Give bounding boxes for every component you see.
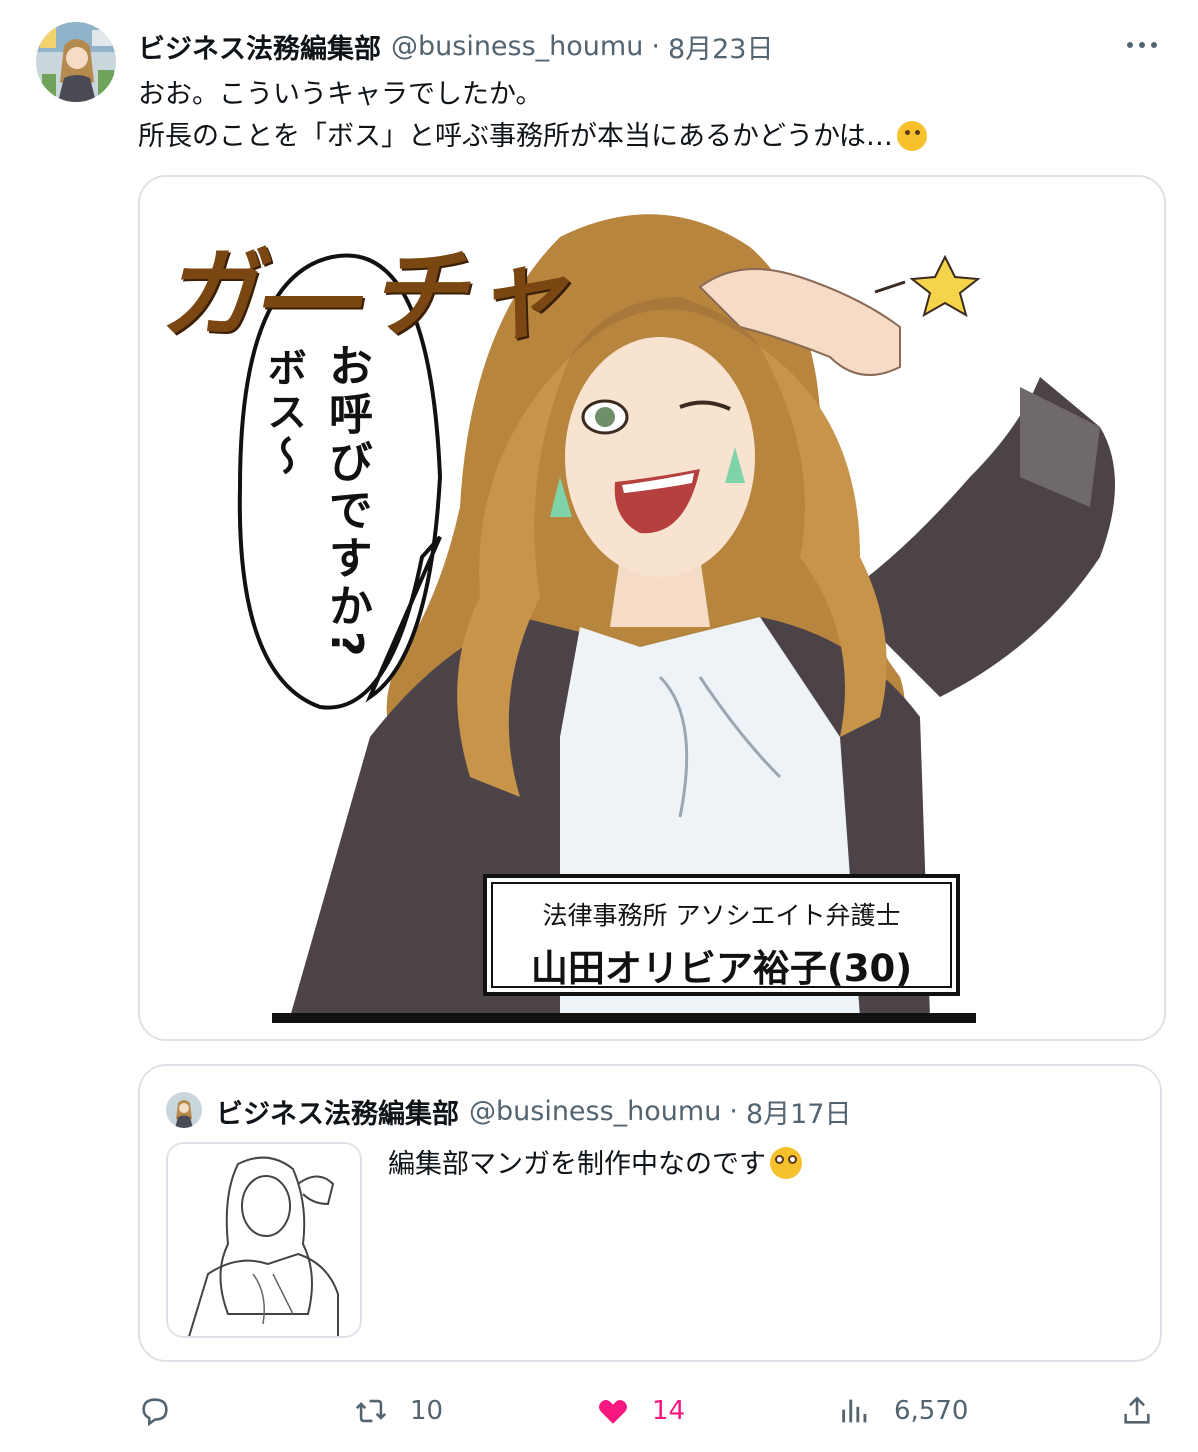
views-count: 6,570 xyxy=(894,1396,969,1426)
sound-effect-text: ガ―チャ xyxy=(160,237,576,352)
share-icon xyxy=(1124,1396,1150,1424)
reply-icon xyxy=(142,1398,168,1427)
tweet-header: ビジネス法務編集部 @business_houmu · 8月23日 xyxy=(138,26,1158,66)
quote-date: 8月17日 xyxy=(745,1098,852,1130)
views-icon xyxy=(842,1399,867,1423)
character-name: 山田オリビア裕子(30) xyxy=(530,947,913,990)
tweet-text-line-1: おお。こういうキャラでしたか。 xyxy=(138,79,543,110)
like-count: 14 xyxy=(652,1396,686,1426)
quoted-tweet[interactable]: ビジネス法務編集部 @business_houmu · 8月17日 編集部マンガ… xyxy=(138,1064,1162,1362)
quote-author-handle: @business_houmu xyxy=(469,1095,722,1127)
quote-thumbnail xyxy=(166,1142,362,1338)
header-separator: · xyxy=(651,30,660,62)
tweet-text: おお。こういうキャラでしたか。 所長のことを「ボス」と呼ぶ事務所が本当にあるかど… xyxy=(138,74,1158,158)
reply-button[interactable] xyxy=(138,1386,172,1436)
quote-author-avatar xyxy=(166,1092,202,1128)
tweet-text-line-2-content: 所長のことを「ボス」と呼ぶ事務所が本当にあるかどうかは… xyxy=(138,121,893,152)
character-name-plate: 法律事務所 アソシエイト弁護士 山田オリビア裕子(30) xyxy=(483,874,960,996)
author-avatar[interactable] xyxy=(36,22,116,102)
retweet-icon xyxy=(355,1399,387,1423)
like-button[interactable]: 14 xyxy=(596,1386,685,1436)
quote-author-name: ビジネス法務編集部 xyxy=(216,1098,459,1130)
author-handle[interactable]: @business_houmu xyxy=(391,31,643,62)
thinking-face-emoji xyxy=(896,121,927,151)
action-bar: 10 14 6,570 xyxy=(138,1386,1162,1436)
tweet-text-line-2: 所長のことを「ボス」と呼ぶ事務所が本当にあるかどうかは… xyxy=(138,116,1158,158)
quote-text-content: 編集部マンガを制作中なのです xyxy=(388,1149,766,1180)
author-name[interactable]: ビジネス法務編集部 xyxy=(138,27,381,66)
post-date[interactable]: 8月23日 xyxy=(668,27,774,66)
views-button[interactable]: 6,570 xyxy=(838,1386,968,1436)
quote-text: 編集部マンガを制作中なのです xyxy=(388,1142,802,1181)
quote-separator: · xyxy=(729,1095,738,1127)
speech-line-1: お呼びですか? xyxy=(321,343,372,661)
tweet: ビジネス法務編集部 @business_houmu · 8月23日 おお。こうい… xyxy=(0,0,1198,1452)
retweet-count: 10 xyxy=(410,1396,444,1426)
media-image[interactable]: ガ―チャ お呼びですか? ボス〜 法律事務所 アソシエイト弁護士 山田オリビア裕… xyxy=(138,175,1166,1041)
character-role: 法律事務所 アソシエイト弁護士 xyxy=(542,901,901,930)
speech-line-2: ボス〜 xyxy=(260,347,306,479)
flushed-face-emoji xyxy=(770,1147,802,1179)
heart-icon xyxy=(598,1400,628,1424)
more-options-icon[interactable] xyxy=(1122,30,1162,60)
retweet-button[interactable]: 10 xyxy=(354,1386,443,1436)
quote-header: ビジネス法務編集部 @business_houmu · 8月17日 xyxy=(216,1092,851,1130)
share-button[interactable] xyxy=(1120,1386,1154,1436)
